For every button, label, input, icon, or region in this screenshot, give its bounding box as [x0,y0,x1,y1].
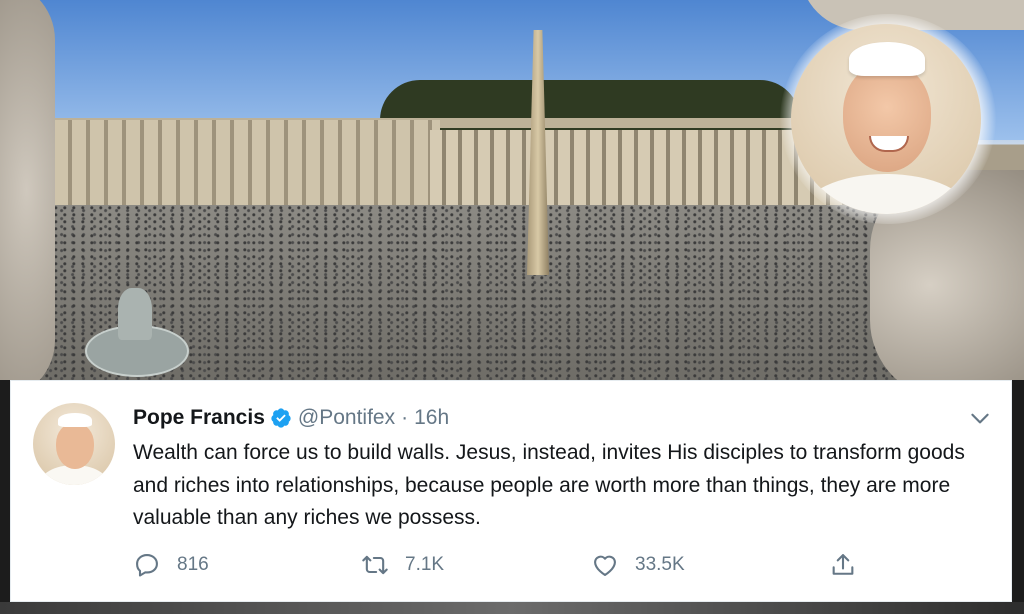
heart-icon [594,555,616,576]
retweet-count: 7.1K [405,554,445,575]
reply-count: 816 [177,554,209,575]
avatar[interactable] [33,403,115,485]
stone-frame-left [0,0,55,380]
display-name[interactable]: Pope Francis [133,406,265,430]
tweet-text: Wealth can force us to build walls. Jesu… [133,441,965,529]
fountain-top [118,288,152,340]
handle[interactable]: @Pontifex [298,406,395,430]
pope-portrait [791,24,981,214]
colonnade-left [0,120,440,215]
avatar-cap [58,413,92,427]
tweet-card[interactable]: Pope Francis @Pontifex · 16h Wealth can … [10,380,1012,602]
reply-icon [136,554,158,577]
photo-bottom-strip [0,602,1024,614]
chevron-down-icon[interactable] [967,405,993,431]
avatar-face [56,423,94,469]
retweet-icon [362,555,388,575]
tweet-header: Pope Francis @Pontifex · 16h [133,403,449,433]
separator-dot: · [401,406,409,429]
like-count: 33.5K [635,554,685,575]
retweet-button[interactable]: 7.1K [361,551,444,579]
like-button[interactable]: 33.5K [591,551,685,579]
share-button[interactable] [829,551,857,579]
share-icon [832,554,854,575]
portrait-zucchetto [849,42,925,76]
verified-badge-icon [271,408,291,428]
timestamp[interactable]: 16h [414,406,449,430]
portrait-face [843,64,931,172]
tweet-actions: 816 7.1K 33.5K [133,551,863,585]
reply-button[interactable]: 816 [133,551,209,579]
portrait-robe [801,174,971,214]
